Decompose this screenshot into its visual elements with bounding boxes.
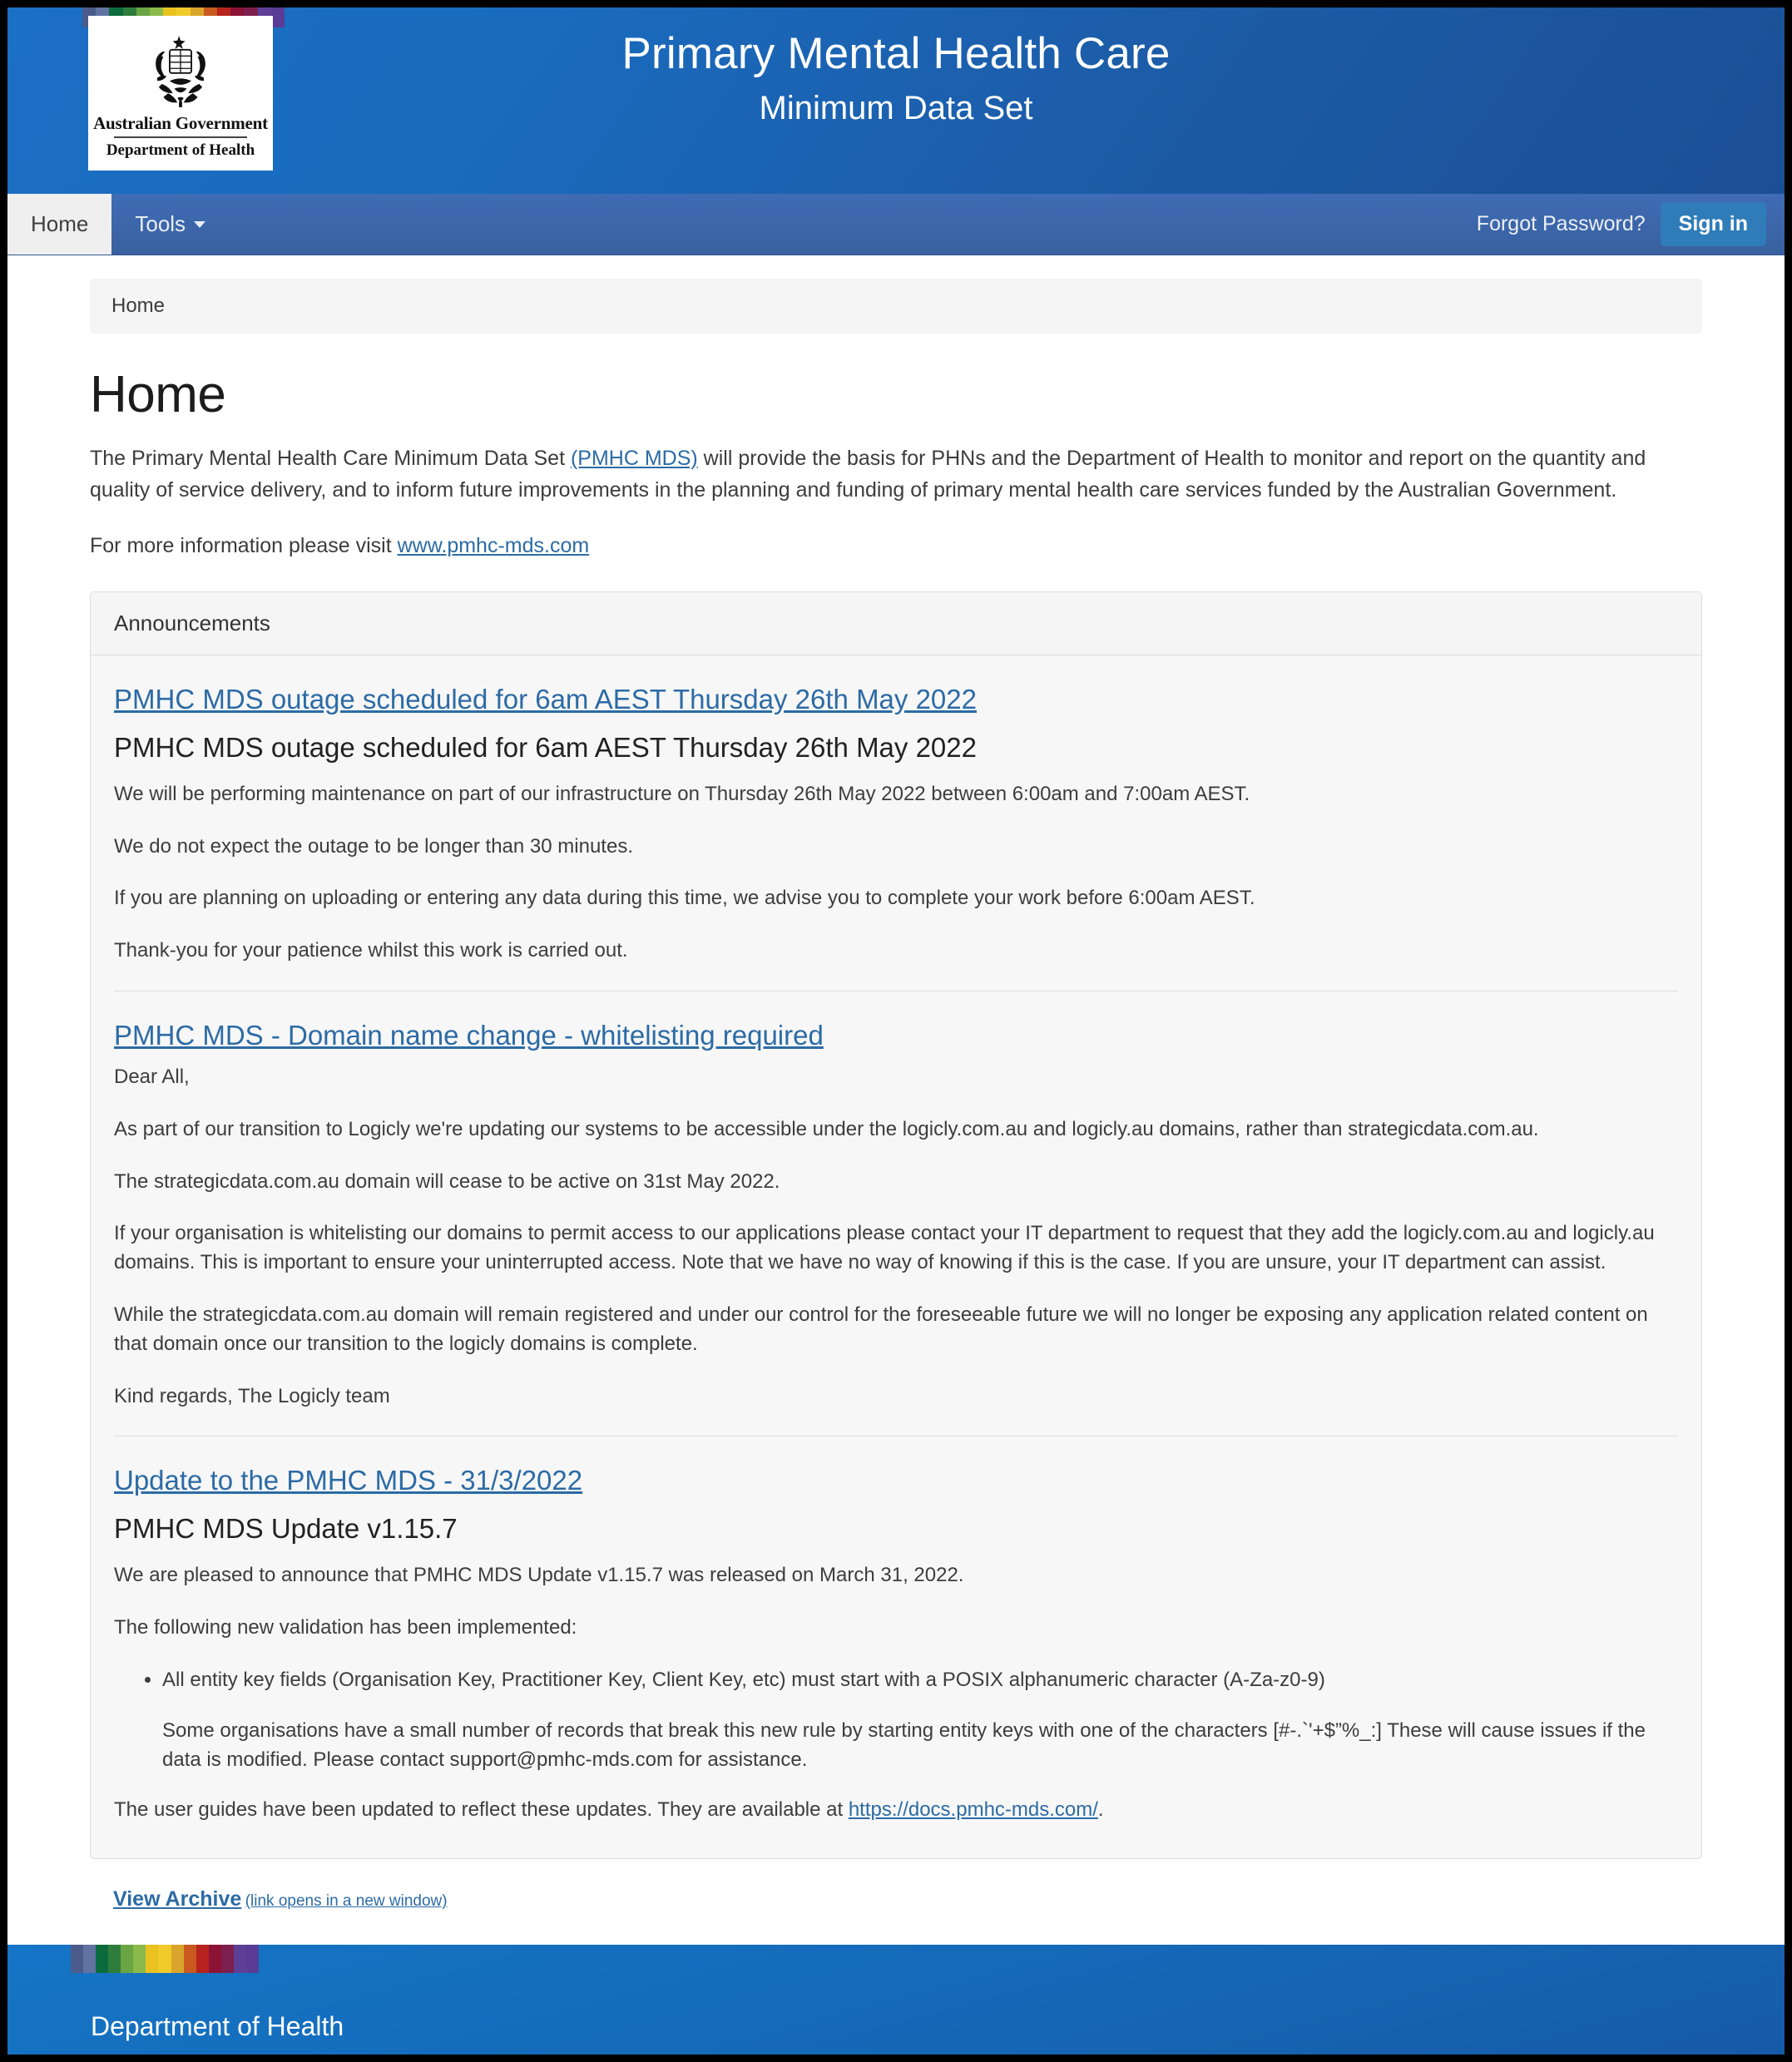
intro-paragraph-1: The Primary Mental Health Care Minimum D… <box>90 443 1702 507</box>
nav-item-home[interactable]: Home <box>7 194 112 255</box>
navbar-right: Forgot Password? Sign in <box>1477 194 1785 255</box>
crest-card: Australian Government Department of Heal… <box>88 16 273 171</box>
chevron-down-icon <box>194 220 206 228</box>
announcement-paragraph: As part of our transition to Logicly we'… <box>114 1117 1539 1140</box>
crest-line-2: Department of Health <box>106 141 255 159</box>
breadcrumb: Home <box>90 279 1702 334</box>
content-container: Home Home The Primary Mental Health Care… <box>90 279 1702 1911</box>
announcement-paragraph: Kind regards, The Logicly team <box>114 1384 390 1407</box>
announcement-title-link[interactable]: Update to the PMHC MDS - 31/3/2022 <box>114 1465 582 1496</box>
bullet-sub-text: Some organisations have a small number o… <box>162 1718 1646 1771</box>
announcement-paragraph: If you are planning on uploading or ente… <box>114 887 1255 910</box>
user-guides-text-end: . <box>1097 1798 1104 1822</box>
announcement-item: Update to the PMHC MDS - 31/3/2022 PMHC … <box>114 1436 1678 1825</box>
user-guides-text: The user guides have been updated to ref… <box>114 1798 849 1822</box>
crest-line-1: Australian Government <box>93 113 268 133</box>
announcement-title-link[interactable]: PMHC MDS outage scheduled for 6am AEST T… <box>114 684 977 715</box>
view-archive-note[interactable]: (link opens in a new window) <box>245 1892 448 1910</box>
announcement-paragraph: The strategicdata.com.au domain will cea… <box>114 1169 780 1193</box>
site-header: Australian Government Department of Heal… <box>7 7 1785 194</box>
announcement-heading: PMHC MDS Update v1.15.7 <box>114 1513 458 1545</box>
announcement-paragraph: The user guides have been updated to ref… <box>114 1796 1678 1825</box>
docs-site-link[interactable]: https://docs.pmhc-mds.com/ <box>849 1798 1098 1821</box>
footer-rainbow-stripe-icon <box>71 1945 259 1974</box>
main-content: Home Home The Primary Mental Health Care… <box>7 279 1785 1946</box>
announcement-paragraph: We are pleased to announce that PMHC MDS… <box>114 1564 964 1587</box>
announcement-paragraph: We will be performing maintenance on par… <box>114 782 1250 805</box>
main-navbar: Home Tools Forgot Password? Sign in <box>7 194 1785 255</box>
announcement-item: PMHC MDS - Domain name change - whitelis… <box>114 990 1678 1411</box>
australian-government-crest-block: Australian Government Department of Heal… <box>82 7 285 179</box>
footer-department-label: Department of Health <box>91 2011 344 2042</box>
announcement-bullet-list: All entity key fields (Organisation Key,… <box>114 1666 1678 1774</box>
announcement-paragraph: If your organisation is whitelisting our… <box>114 1222 1655 1274</box>
pmhc-mds-link[interactable]: (PMHC MDS) <box>571 447 698 470</box>
nav-item-tools-label: Tools <box>135 211 186 236</box>
intro-text-before: The Primary Mental Health Care Minimum D… <box>90 447 571 470</box>
announcement-title-link[interactable]: PMHC MDS - Domain name change - whitelis… <box>114 1020 824 1051</box>
announcements-panel-body: PMHC MDS outage scheduled for 6am AEST T… <box>91 655 1701 1859</box>
nav-item-tools[interactable]: Tools <box>111 194 229 255</box>
bullet-main-text: All entity key fields (Organisation Key,… <box>162 1668 1325 1691</box>
announcements-panel: Announcements PMHC MDS outage scheduled … <box>90 591 1702 1860</box>
commonwealth-coat-of-arms-icon <box>156 36 205 107</box>
pmhc-mds-website-link[interactable]: www.pmhc-mds.com <box>398 534 590 557</box>
announcement-heading: PMHC MDS outage scheduled for 6am AEST T… <box>114 731 977 763</box>
sign-in-button[interactable]: Sign in <box>1660 202 1766 246</box>
app-page: Australian Government Department of Heal… <box>0 0 1792 2062</box>
view-archive-link[interactable]: View Archive <box>113 1887 241 1911</box>
site-footer: Department of Health <box>7 1945 1785 2055</box>
nav-item-home-label: Home <box>31 211 89 236</box>
announcement-paragraph: Thank-you for your patience whilst this … <box>114 939 628 962</box>
view-archive-row: View Archive (link opens in a new window… <box>90 1887 1702 1911</box>
navbar-left: Home Tools <box>7 194 229 255</box>
intro-paragraph-2: For more information please visit www.pm… <box>90 530 1702 561</box>
announcement-paragraph: The following new validation has been im… <box>114 1616 577 1639</box>
list-item: All entity key fields (Organisation Key,… <box>162 1666 1678 1774</box>
forgot-password-link[interactable]: Forgot Password? <box>1477 212 1646 236</box>
page-title: Home <box>90 366 226 423</box>
crest-divider <box>114 136 247 138</box>
announcements-panel-title: Announcements <box>91 591 1701 655</box>
announcement-paragraph: We do not expect the outage to be longer… <box>114 834 633 858</box>
announcement-item: PMHC MDS outage scheduled for 6am AEST T… <box>114 684 1678 966</box>
more-info-text: For more information please visit <box>90 533 398 557</box>
announcement-paragraph: Dear All, <box>114 1065 190 1088</box>
breadcrumb-item-home[interactable]: Home <box>111 294 165 317</box>
announcement-paragraph: While the strategicdata.com.au domain wi… <box>114 1303 1648 1355</box>
